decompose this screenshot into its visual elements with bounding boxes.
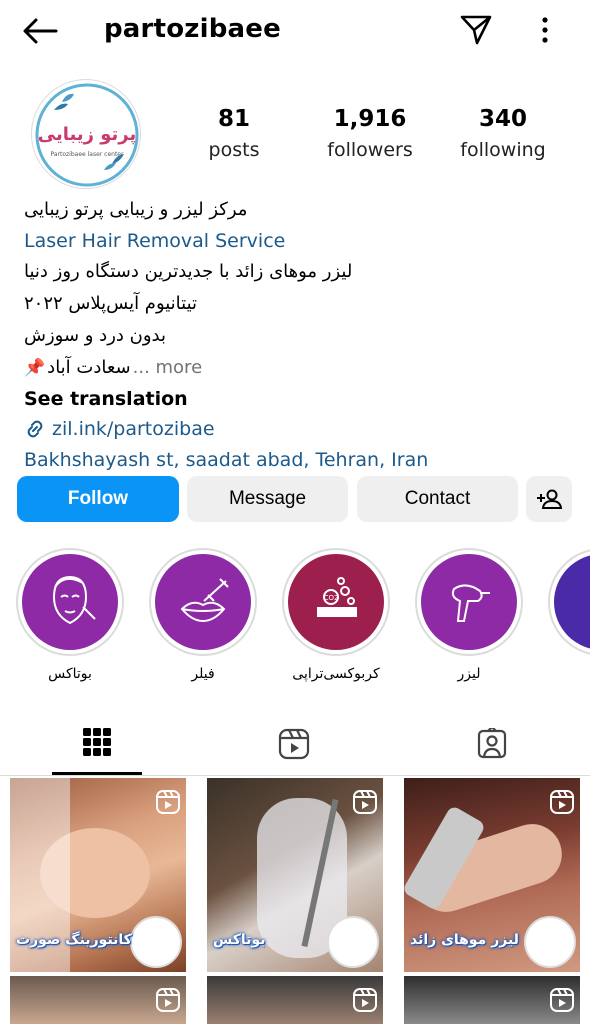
- back-arrow-icon[interactable]: [18, 12, 62, 50]
- message-button[interactable]: Message: [187, 476, 348, 522]
- laser-device-icon: [421, 554, 517, 650]
- post-logo-badge: [524, 916, 576, 968]
- highlight-filler[interactable]: فیلر: [149, 548, 257, 684]
- see-translation-link[interactable]: See translation: [24, 384, 574, 414]
- svg-text:CO2: CO2: [324, 594, 339, 602]
- bio-line-name: مرکز لیزر و زیبایی پرتو زیبایی: [24, 199, 248, 220]
- bio-more-link[interactable]: ... more: [133, 352, 203, 384]
- stat-following[interactable]: 340 following: [450, 102, 556, 164]
- stat-followers-value: 1,916: [333, 106, 407, 132]
- stat-followers-label: followers: [327, 139, 413, 161]
- bio-category[interactable]: Laser Hair Removal Service: [24, 226, 574, 256]
- bio-location-text: سعادت آباد: [47, 357, 131, 378]
- top-bar: partozibaee: [0, 0, 590, 62]
- tab-reels[interactable]: [249, 712, 339, 776]
- post-tile-contouring[interactable]: کانتورینگ صورت: [10, 778, 186, 972]
- stat-posts-label: posts: [208, 139, 260, 161]
- share-profile-icon[interactable]: [455, 10, 497, 50]
- stat-followers[interactable]: 1,916 followers: [320, 102, 420, 164]
- bio-website-link[interactable]: zil.ink/partozibae: [24, 414, 574, 444]
- post-caption: کانتورینگ صورت: [16, 932, 132, 948]
- reel-icon: [550, 988, 574, 1016]
- profile-avatar[interactable]: پرتو زیبایی Partozibaee laser center: [31, 79, 141, 189]
- tab-posts-grid[interactable]: [52, 712, 142, 775]
- avatar-logo-text: پرتو زیبایی: [38, 124, 136, 145]
- contact-button[interactable]: Contact: [357, 476, 518, 522]
- partozibaee-logo-icon: پرتو زیبایی Partozibaee laser center: [35, 83, 139, 187]
- tab-tagged[interactable]: [447, 712, 537, 776]
- bio-line-location: 📌 سعادت آباد ... more: [24, 352, 574, 384]
- follow-button[interactable]: Follow: [17, 476, 179, 522]
- pushpin-icon: 📌: [24, 358, 46, 378]
- highlight-label: بوتاکس: [48, 666, 92, 682]
- add-person-icon: [537, 489, 562, 509]
- stat-following-value: 340: [478, 106, 527, 132]
- bio-address-link[interactable]: Bakhshayash st, saadat abad, Tehran, Ira…: [24, 444, 574, 476]
- highlight-laser[interactable]: لیزر: [415, 548, 523, 684]
- bio-website-text: zil.ink/partozibae: [52, 418, 215, 440]
- reel-icon: [353, 790, 377, 818]
- bio-line-description: لیزر موهای زائد با جدیدترین دستگاه روز د…: [24, 261, 353, 282]
- highlight-label: فیلر: [191, 666, 215, 682]
- more-options-icon[interactable]: [528, 10, 562, 50]
- profile-username: partozibaee: [104, 14, 281, 44]
- highlight-label: کربوکسی‌تراپی: [292, 666, 380, 682]
- post-logo-badge: [130, 916, 182, 968]
- co2-bubbles-icon: CO2: [288, 554, 384, 650]
- post-tile-botox[interactable]: بوتاکس: [207, 778, 383, 972]
- highlight-botox[interactable]: بوتاکس: [16, 548, 124, 684]
- reel-icon: [550, 790, 574, 818]
- reels-icon: [278, 728, 310, 760]
- profile-tabs: [0, 712, 590, 776]
- post-tile-row2-1[interactable]: [10, 976, 186, 1024]
- highlight-partial[interactable]: [548, 548, 590, 656]
- reel-icon: [156, 988, 180, 1016]
- bio-line-painless: بدون درد و سوزش: [24, 325, 166, 346]
- suggested-users-button[interactable]: [526, 476, 572, 522]
- reel-icon: [156, 790, 180, 818]
- post-tile-row2-3[interactable]: [404, 976, 580, 1024]
- link-icon: [24, 418, 46, 440]
- highlight-carboxy[interactable]: CO2 کربوکسی‌تراپی: [282, 548, 390, 684]
- profile-bio: مرکز لیزر و زیبایی پرتو زیبایی Laser Hai…: [24, 194, 574, 476]
- reel-icon: [353, 988, 377, 1016]
- grid-icon: [83, 728, 111, 756]
- stat-posts-value: 81: [217, 106, 250, 132]
- stat-following-label: following: [460, 139, 546, 161]
- face-icon: [22, 554, 118, 650]
- post-tile-laser[interactable]: لیزر موهای زائد: [404, 778, 580, 972]
- tagged-person-icon: [477, 728, 507, 759]
- highlight-label: لیزر: [457, 666, 481, 682]
- avatar-logo-subtext: Partozibaee laser center: [51, 151, 124, 158]
- bio-line-device: تیتانیوم آیس‌پلاس ۲۰۲۲: [24, 293, 198, 314]
- post-caption: لیزر موهای زائد: [410, 932, 519, 948]
- post-logo-badge: [327, 916, 379, 968]
- post-tile-row2-2[interactable]: [207, 976, 383, 1024]
- post-caption: بوتاکس: [213, 932, 266, 948]
- lips-syringe-icon: [155, 554, 251, 650]
- stat-posts[interactable]: 81 posts: [194, 102, 274, 164]
